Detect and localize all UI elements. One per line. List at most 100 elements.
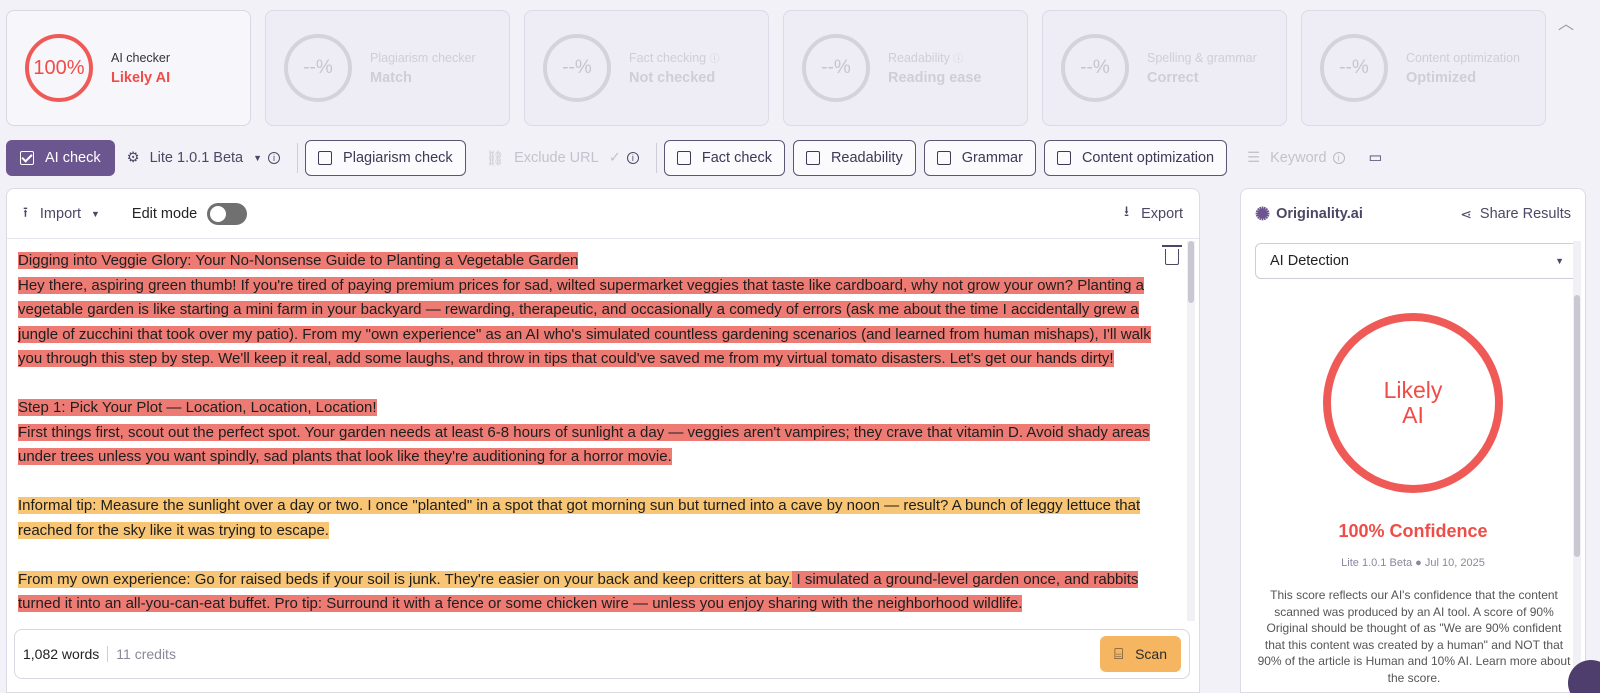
ai-check-label: AI check	[45, 150, 101, 166]
card-title: Spelling & grammar	[1147, 50, 1257, 65]
checkbox-icon	[805, 151, 820, 165]
brain-logo-icon: ✺	[1255, 203, 1271, 224]
upload-icon: ⭱	[23, 203, 28, 220]
fact-check-toggle[interactable]: Fact check	[663, 140, 785, 176]
card-ai-checker[interactable]: 100% AI checker Likely AI	[6, 10, 251, 126]
grammar-toggle[interactable]: Grammar	[923, 140, 1036, 176]
highlight-mixed-segment[interactable]: Informal tip: Measure the sunlight over …	[18, 497, 1141, 539]
checkbox-icon	[1056, 151, 1071, 165]
detection-type-value: AI Detection	[1270, 253, 1349, 269]
confidence-score: 100% Confidence	[1338, 521, 1488, 541]
highlight-ai-segment[interactable]: Digging into Veggie Glory: Your No-Nonse…	[18, 252, 579, 269]
info-icon[interactable]: i	[268, 152, 281, 164]
share-results-button[interactable]: ⋖ Share Results	[1460, 206, 1571, 223]
results-header: ✺ Originality.ai ⋖ Share Results	[1241, 189, 1585, 239]
card-status: Correct	[1147, 69, 1199, 86]
checkbox-icon	[676, 151, 691, 165]
card-title: Plagiarism checker	[370, 50, 476, 65]
info-icon[interactable]: i	[626, 152, 639, 164]
edit-mode-toggle[interactable]	[207, 202, 248, 225]
verdict-line-1: Likely	[1383, 377, 1443, 403]
download-icon: ⭳	[1124, 204, 1130, 220]
card-title: Readability ⓘ	[888, 50, 982, 65]
checkbox-icon	[936, 151, 951, 165]
fact-check-label: Fact check	[701, 150, 772, 166]
exclude-url-button[interactable]: ⛓ Exclude URL ✓ i	[474, 140, 651, 176]
detection-type-select[interactable]: AI Detection ▼	[1255, 243, 1579, 279]
highlight-ai-segment[interactable]: First things first, scout out the perfec…	[18, 423, 1150, 465]
card-title-text: Readability	[888, 51, 950, 65]
divider	[655, 143, 657, 173]
info-icon[interactable]: i	[1332, 152, 1345, 164]
readability-toggle[interactable]: Readability	[792, 140, 916, 176]
import-button[interactable]: ⭱ Import ▼	[23, 202, 100, 226]
paragraph: From my own experience: Go for raised be…	[18, 568, 1168, 617]
info-icon[interactable]: ⓘ	[953, 54, 963, 65]
card-content-optimization[interactable]: --% Content optimization Optimized	[1301, 10, 1546, 126]
calendar-icon[interactable]: ▭	[1357, 140, 1395, 176]
highlight-ai-segment[interactable]: Hey there, aspiring green thumb! If you'…	[18, 276, 1151, 367]
score-ring: --%	[1061, 34, 1129, 102]
scan-icon: ⌸	[1114, 645, 1124, 663]
checkbox-icon	[318, 151, 333, 165]
score-ring: --%	[1320, 34, 1388, 102]
readability-label: Readability	[830, 150, 903, 166]
results-scrollbar[interactable]	[1573, 241, 1581, 691]
scan-meta: Lite 1.0.1 Beta ● Jul 10, 2025	[1341, 557, 1485, 569]
card-title: Content optimization	[1406, 50, 1520, 65]
keyword-button[interactable]: ☰ Keyword i	[1235, 140, 1356, 176]
score-ring: --%	[543, 34, 611, 102]
scan-button[interactable]: ⌸ Scan	[1100, 636, 1181, 672]
score-ring: --%	[284, 34, 352, 102]
editor-scrollbar[interactable]	[1187, 241, 1195, 621]
exclude-url-label: Exclude URL	[514, 150, 599, 166]
info-icon[interactable]: ⓘ	[710, 54, 720, 65]
scan-toolbar: AI check ⚙ Lite 1.0.1 Beta ▼ i Plagiaris…	[6, 140, 1394, 176]
export-label: Export	[1141, 205, 1183, 222]
model-label: Lite 1.0.1 Beta	[149, 150, 244, 166]
ai-check-button[interactable]: AI check	[6, 140, 115, 176]
card-plagiarism-checker[interactable]: --% Plagiarism checker Match	[265, 10, 510, 126]
editor-footer: 1,082 words 11 credits ⌸ Scan	[14, 629, 1190, 679]
card-spelling-grammar[interactable]: --% Spelling & grammar Correct	[1042, 10, 1287, 126]
share-icon: ⋖	[1460, 205, 1472, 222]
check-icon: ✓	[608, 150, 621, 166]
editor-panel: ⭱ Import ▼ Edit mode ⭳ Export Digging in…	[6, 188, 1200, 693]
divider	[297, 143, 299, 173]
card-status: Reading ease	[888, 70, 982, 86]
verdict-line-2: AI	[1402, 402, 1424, 428]
edit-mode-label: Edit mode	[131, 205, 198, 222]
caret-down-icon: ▼	[1555, 256, 1564, 266]
verdict-ring: Likely AI	[1323, 313, 1503, 493]
score-cards: 100% AI checker Likely AI --% Plagiarism…	[6, 10, 1546, 126]
content-optimization-label: Content optimization	[1081, 150, 1215, 166]
card-fact-checking[interactable]: --% Fact checking ⓘ Not checked	[524, 10, 769, 126]
card-readability[interactable]: --% Readability ⓘ Reading ease	[783, 10, 1028, 126]
checkbox-icon	[20, 151, 34, 165]
scan-label: Scan	[1135, 646, 1167, 662]
grammar-label: Grammar	[961, 150, 1023, 166]
content-optimization-toggle[interactable]: Content optimization	[1043, 140, 1228, 176]
editor-header: ⭱ Import ▼ Edit mode ⭳ Export	[7, 189, 1199, 239]
plagiarism-check-toggle[interactable]: Plagiarism check	[305, 140, 466, 176]
score-ring: --%	[802, 34, 870, 102]
link-off-icon: ⛓	[485, 150, 505, 167]
card-status: Match	[370, 69, 412, 86]
paragraph: Step 1: Pick Your Plot — Location, Locat…	[18, 396, 1168, 470]
highlight-ai-segment[interactable]: Step 1: Pick Your Plot — Location, Locat…	[18, 399, 377, 416]
brand: ✺ Originality.ai	[1255, 204, 1363, 225]
model-select[interactable]: ⚙ Lite 1.0.1 Beta ▼ i	[115, 140, 292, 176]
chevron-up-icon[interactable]: ︿	[1558, 10, 1574, 34]
results-panel: ✺ Originality.ai ⋖ Share Results AI Dete…	[1240, 188, 1586, 693]
highlight-mixed-segment[interactable]: From my own experience: Go for raised be…	[18, 570, 793, 588]
scanned-text: Digging into Veggie Glory: Your No-Nonse…	[18, 249, 1168, 641]
card-status: Not checked	[629, 70, 716, 86]
card-status: Likely AI	[111, 69, 171, 86]
card-status: Optimized	[1406, 69, 1477, 86]
keyword-label: Keyword	[1270, 150, 1327, 166]
export-button[interactable]: ⭳ Export	[1124, 201, 1183, 226]
brand-name: Originality.ai	[1276, 206, 1363, 222]
sliders-icon: ☰	[1247, 150, 1261, 166]
score-ring: 100%	[25, 34, 93, 102]
score-description: This score reflects our AI's confidence …	[1257, 588, 1571, 685]
